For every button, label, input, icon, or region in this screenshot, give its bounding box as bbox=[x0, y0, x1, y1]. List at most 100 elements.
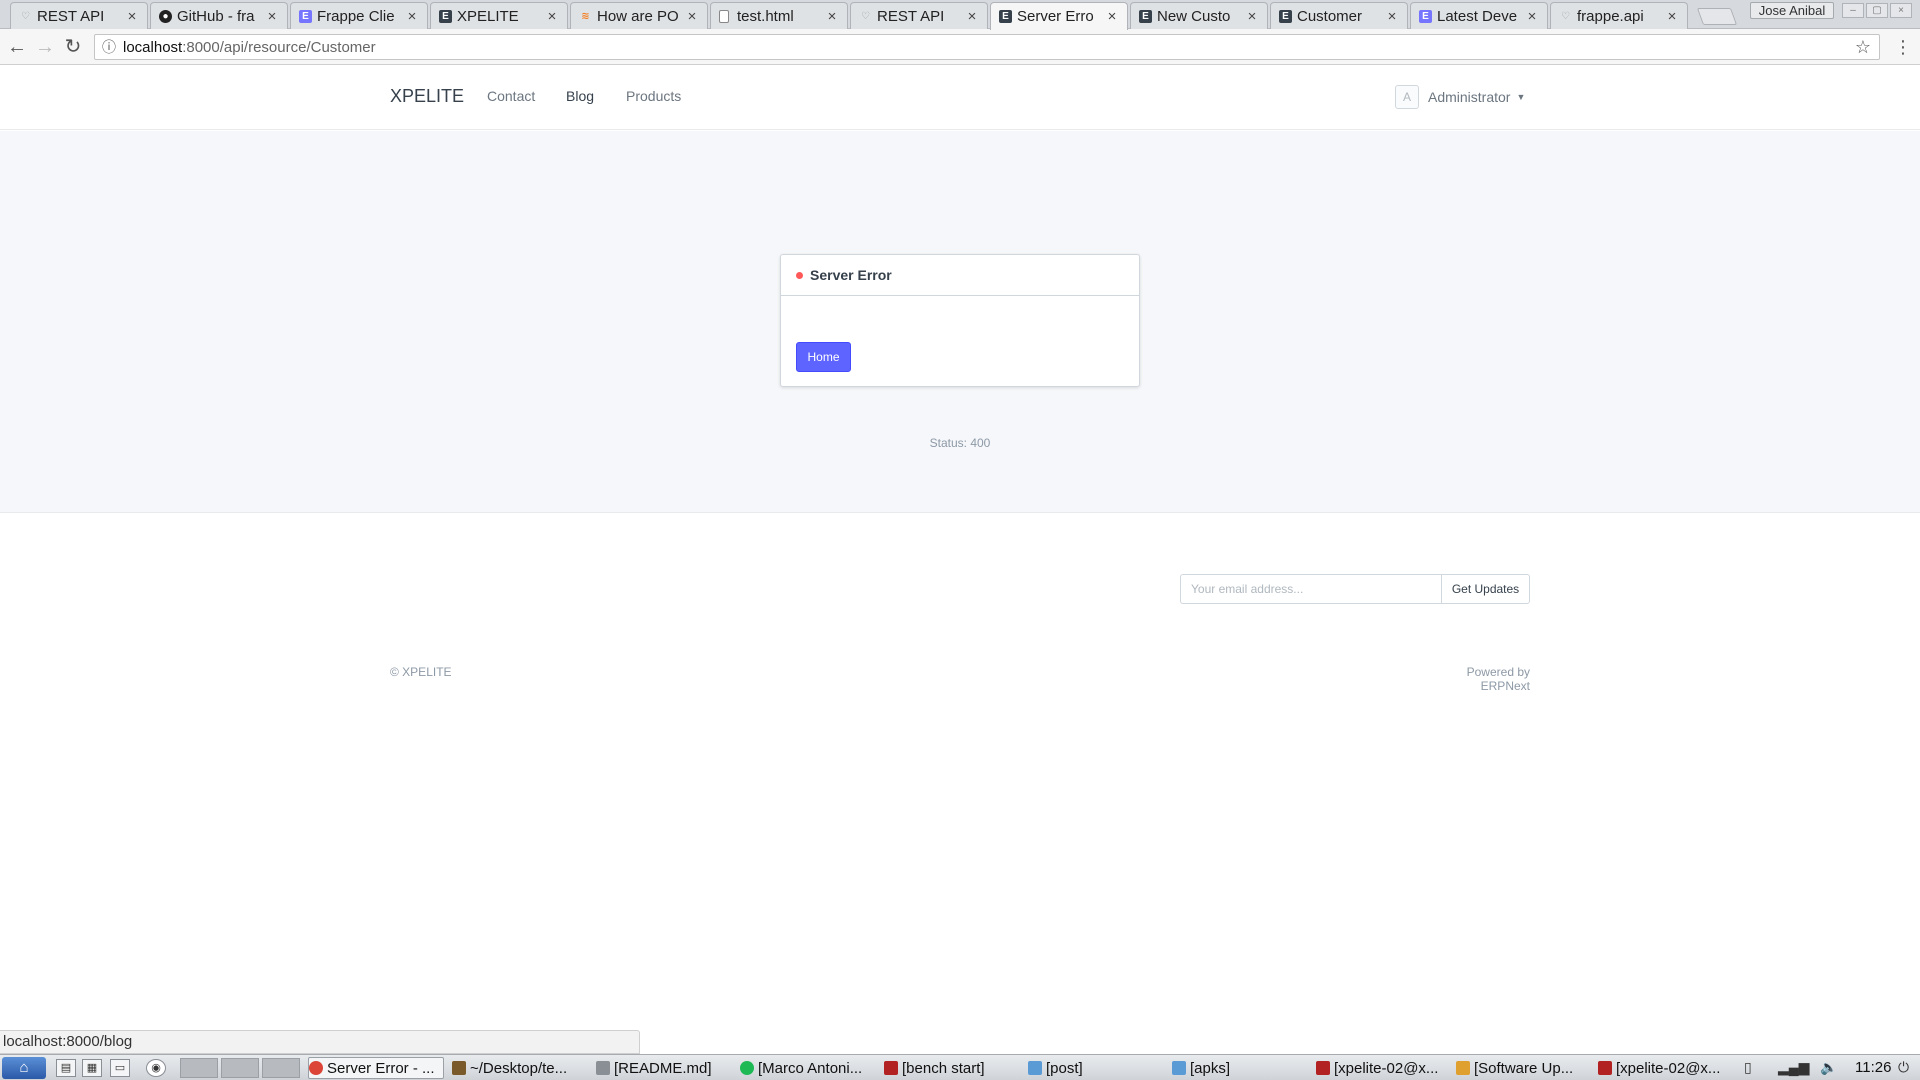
tab-rest-api-2[interactable]: ♡ REST API × bbox=[850, 2, 988, 29]
heart-icon: ♡ bbox=[21, 11, 30, 22]
browser-menu-icon[interactable]: ⋮ bbox=[1893, 34, 1913, 60]
task-label: [xpelite-02@x... bbox=[1616, 1059, 1721, 1077]
battery-icon[interactable]: ▯ bbox=[1744, 1059, 1752, 1076]
task-label: [README.md] bbox=[614, 1059, 712, 1077]
network-icon[interactable]: ▦ bbox=[82, 1059, 102, 1077]
signal-icon[interactable]: ▂▄▆ bbox=[1778, 1059, 1809, 1076]
close-icon[interactable]: × bbox=[965, 8, 979, 25]
tab-new-customer[interactable]: E New Custo × bbox=[1130, 2, 1268, 29]
minimize-icon[interactable]: – bbox=[1842, 3, 1864, 18]
task-terminal-1[interactable]: [xpelite-02@x... bbox=[1316, 1057, 1452, 1079]
get-updates-button[interactable]: Get Updates bbox=[1441, 574, 1530, 604]
reload-icon[interactable]: ↻ bbox=[60, 34, 86, 60]
task-software-updater[interactable]: [Software Up... bbox=[1456, 1057, 1592, 1079]
clock[interactable]: 11:26 bbox=[1855, 1059, 1891, 1076]
tab-frappe-client[interactable]: E Frappe Clie × bbox=[290, 2, 428, 29]
tab-title: test.html bbox=[737, 7, 794, 25]
close-icon[interactable]: × bbox=[1385, 8, 1399, 25]
heart-icon: ♡ bbox=[861, 11, 870, 22]
task-label: [Software Up... bbox=[1474, 1059, 1574, 1077]
tab-title: Latest Deve bbox=[1437, 7, 1518, 25]
close-icon[interactable]: × bbox=[825, 8, 839, 25]
workspace-3[interactable] bbox=[262, 1058, 300, 1078]
tab-title: frappe.api bbox=[1577, 7, 1644, 25]
caret-down-icon: ▼ bbox=[1516, 92, 1526, 102]
close-window-icon[interactable]: × bbox=[1890, 3, 1912, 18]
tab-stackoverflow[interactable]: ≋ How are PO × bbox=[570, 2, 708, 29]
workspace-1[interactable] bbox=[180, 1058, 218, 1078]
task-label: ~/Desktop/te... bbox=[470, 1059, 568, 1077]
maximize-icon[interactable]: ▢ bbox=[1866, 3, 1888, 18]
tab-title: New Custo bbox=[1157, 7, 1231, 25]
task-terminal-2[interactable]: [xpelite-02@x... bbox=[1598, 1057, 1734, 1079]
tab-title: How are PO bbox=[597, 7, 679, 25]
tab-github[interactable]: ● GitHub - fra × bbox=[150, 2, 288, 29]
tab-latest-developments[interactable]: E Latest Deve × bbox=[1410, 2, 1548, 29]
task-desktop[interactable]: ~/Desktop/te... bbox=[452, 1057, 588, 1079]
task-bench-start[interactable]: [bench start] bbox=[884, 1057, 1020, 1079]
site-navbar: XPELITE Contact Blog Products A Administ… bbox=[0, 66, 1920, 130]
terminal-icon bbox=[1316, 1061, 1330, 1075]
workspace-2[interactable] bbox=[221, 1058, 259, 1078]
file-manager-icon[interactable]: ▤ bbox=[56, 1059, 76, 1077]
tab-customer[interactable]: E Customer × bbox=[1270, 2, 1408, 29]
back-arrow-icon[interactable]: ← bbox=[4, 34, 30, 60]
tab-xpelite[interactable]: E XPELITE × bbox=[430, 2, 568, 29]
tab-rest-api[interactable]: ♡ REST API × bbox=[10, 2, 148, 29]
bookmark-star-icon[interactable]: ☆ bbox=[1855, 37, 1871, 58]
task-spotify[interactable]: [Marco Antoni... bbox=[740, 1057, 876, 1079]
erpnext-link[interactable]: ERPNext bbox=[1481, 679, 1530, 693]
task-label: [xpelite-02@x... bbox=[1334, 1059, 1439, 1077]
powered-by-prefix: Powered by bbox=[1466, 665, 1530, 679]
close-icon[interactable]: × bbox=[1105, 8, 1119, 25]
chrome-icon[interactable]: ◉ bbox=[146, 1059, 166, 1077]
browser-tab-strip: ♡ REST API × ● GitHub - fra × E Frappe C… bbox=[0, 0, 1920, 30]
stackoverflow-icon: ≋ bbox=[581, 11, 590, 22]
close-icon[interactable]: × bbox=[265, 8, 279, 25]
new-tab-button[interactable] bbox=[1696, 8, 1738, 25]
task-server-error[interactable]: Server Error - ... bbox=[308, 1057, 444, 1079]
terminal-icon bbox=[1598, 1061, 1612, 1075]
task-post[interactable]: [post] bbox=[1028, 1057, 1164, 1079]
error-indicator-dot bbox=[796, 271, 803, 279]
nav-blog[interactable]: Blog bbox=[566, 88, 594, 104]
desktop-icon[interactable]: ▭ bbox=[110, 1059, 130, 1077]
close-icon[interactable]: × bbox=[125, 8, 139, 25]
e-icon: E bbox=[1419, 10, 1432, 23]
tab-title: GitHub - fra bbox=[177, 7, 255, 25]
tab-frappe-api[interactable]: ♡ frappe.api × bbox=[1550, 2, 1688, 29]
task-label: [bench start] bbox=[902, 1059, 985, 1077]
site-brand[interactable]: XPELITE bbox=[390, 86, 464, 107]
close-icon[interactable]: × bbox=[1665, 8, 1679, 25]
folder-icon bbox=[1172, 1061, 1186, 1075]
os-taskbar: ⌂ ▤ ▦ ▭ ◉ Server Error - ... ~/Desktop/t… bbox=[0, 1054, 1920, 1080]
home-button[interactable]: Home bbox=[796, 342, 851, 372]
nav-products[interactable]: Products bbox=[626, 88, 681, 104]
task-label: Server Error - ... bbox=[327, 1059, 435, 1077]
close-icon[interactable]: × bbox=[545, 8, 559, 25]
info-icon[interactable]: ⓘ bbox=[95, 37, 123, 57]
volume-icon[interactable]: 🔈 bbox=[1820, 1059, 1837, 1076]
power-icon[interactable]: ⏻ bbox=[1898, 1059, 1909, 1076]
nav-contact[interactable]: Contact bbox=[487, 88, 535, 104]
tab-server-error[interactable]: E Server Erro × bbox=[990, 2, 1128, 30]
close-icon[interactable]: × bbox=[1245, 8, 1259, 25]
start-menu-icon[interactable]: ⌂ bbox=[2, 1057, 46, 1079]
tab-test-html[interactable]: test.html × bbox=[710, 2, 848, 29]
close-icon[interactable]: × bbox=[1525, 8, 1539, 25]
close-icon[interactable]: × bbox=[405, 8, 419, 25]
email-input[interactable] bbox=[1180, 574, 1441, 604]
user-menu-dropdown[interactable]: A Administrator ▼ bbox=[1395, 84, 1525, 110]
user-name: Administrator bbox=[1428, 89, 1511, 105]
e-icon: E bbox=[1279, 10, 1292, 23]
browser-toolbar: ← → ↻ ⓘ localhost:8000/api/resource/Cust… bbox=[0, 29, 1920, 65]
forward-arrow-icon[interactable]: → bbox=[32, 34, 58, 60]
url-host: localhost bbox=[123, 38, 183, 56]
task-readme[interactable]: [README.md] bbox=[596, 1057, 732, 1079]
close-icon[interactable]: × bbox=[685, 8, 699, 25]
folder-icon bbox=[1028, 1061, 1042, 1075]
task-apks[interactable]: [apks] bbox=[1172, 1057, 1308, 1079]
profile-button[interactable]: Jose Anibal bbox=[1750, 2, 1834, 19]
tab-title: REST API bbox=[877, 7, 945, 25]
address-bar[interactable]: ⓘ localhost:8000/api/resource/Customer ☆ bbox=[94, 34, 1880, 60]
